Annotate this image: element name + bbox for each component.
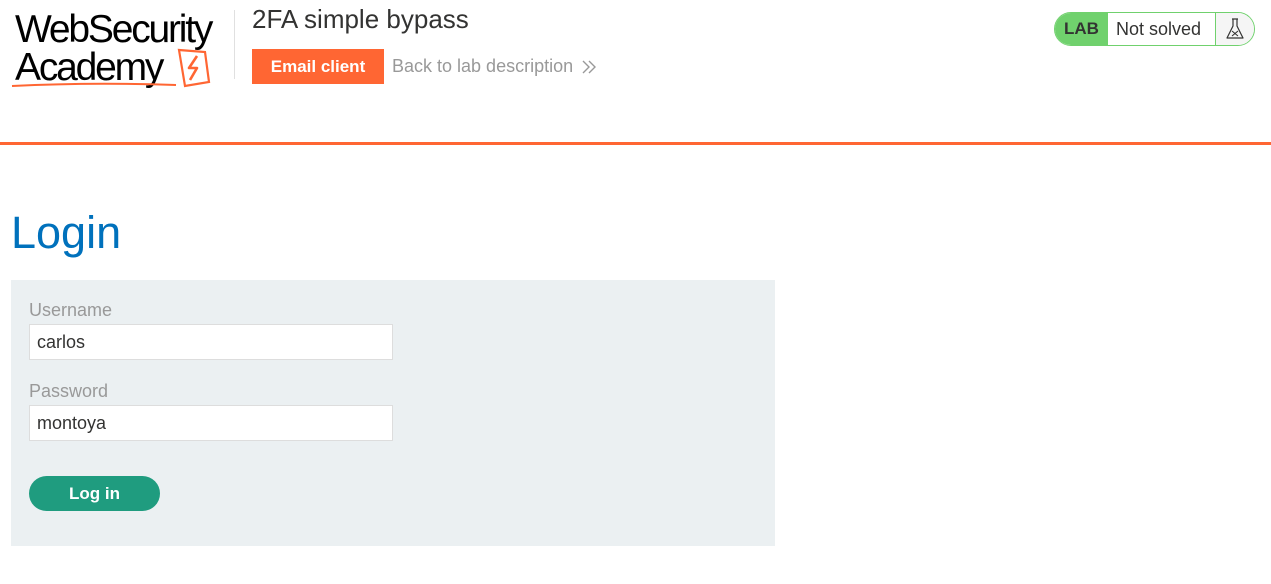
login-form: Username Password Log in [11, 280, 775, 546]
lab-status-text: Not solved [1116, 18, 1202, 39]
lab-badge: LAB [1055, 13, 1108, 45]
header-divider [234, 10, 235, 79]
password-input[interactable] [29, 405, 393, 441]
back-link-label: Back to lab description [392, 56, 574, 76]
email-client-button[interactable]: Email client [252, 49, 384, 84]
header: WebSecurity Academy 2FA simple bypass Em… [0, 0, 1271, 145]
logo-underline-swoosh [11, 82, 177, 87]
header-orange-rule [0, 142, 1271, 145]
username-input[interactable] [29, 324, 393, 360]
web-security-academy-logo[interactable]: WebSecurity Academy [11, 8, 233, 90]
lab-title: 2FA simple bypass [252, 4, 469, 34]
password-label: Password [29, 381, 109, 401]
page: WebSecurity Academy 2FA simple bypass Em… [0, 0, 1271, 584]
logo-text-line1: WebSecurity [15, 8, 213, 51]
back-to-lab-description-link[interactable]: Back to lab description [392, 56, 597, 77]
double-chevron-right-icon [582, 60, 597, 73]
flask-icon [1215, 13, 1254, 45]
page-title: Login [11, 207, 122, 258]
log-in-button[interactable]: Log in [29, 476, 160, 511]
username-label: Username [29, 300, 113, 320]
lab-status-widget: LAB Not solved [1054, 12, 1255, 46]
